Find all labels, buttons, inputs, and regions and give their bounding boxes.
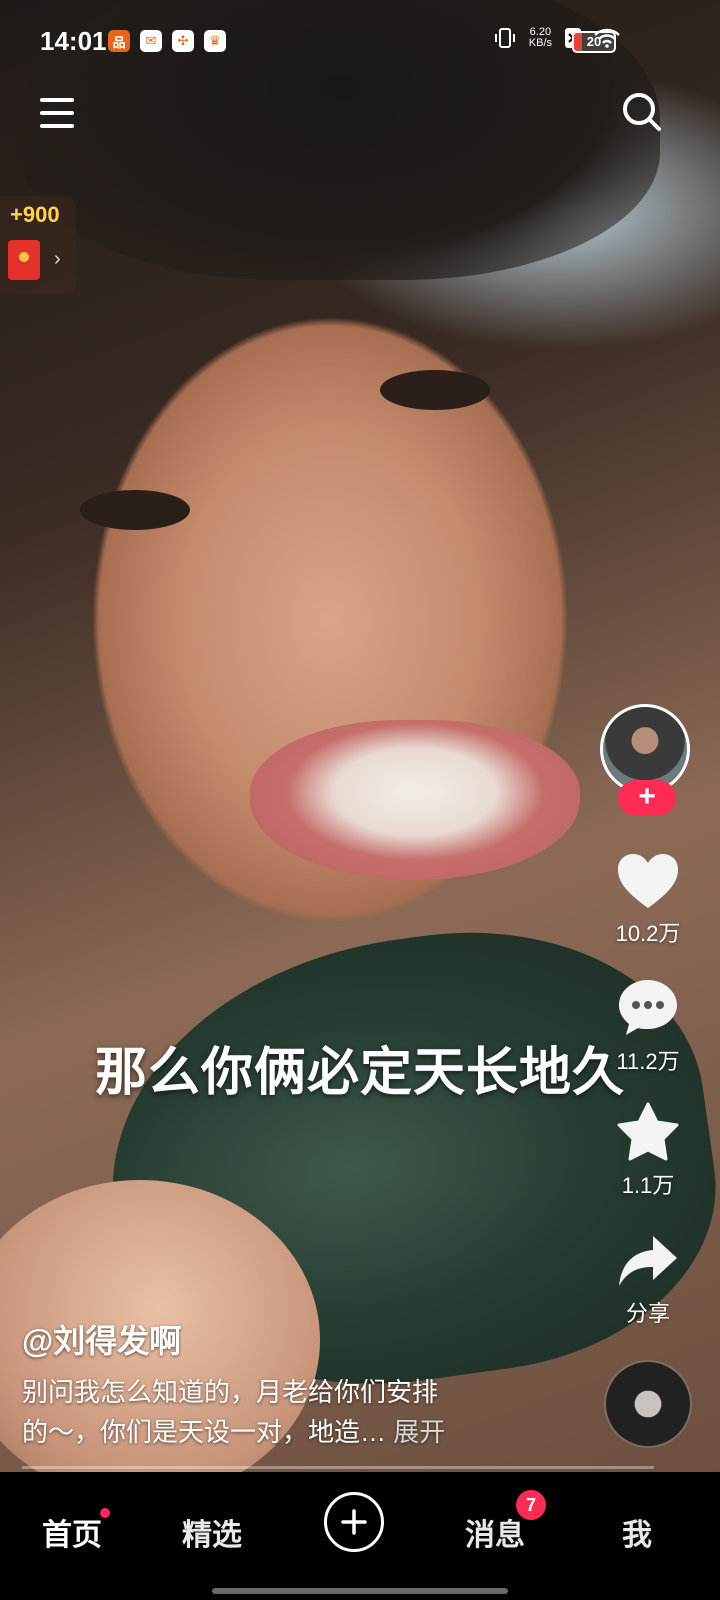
- post-description[interactable]: 别问我怎么知道的，月老给你们安排 的～，你们是天设一对，地造… 展开: [22, 1372, 582, 1452]
- comment-count: 11.2万: [616, 1049, 680, 1074]
- heart-icon: [618, 854, 678, 908]
- tab-home[interactable]: 首页: [42, 1510, 102, 1554]
- video-frame-mouth: [250, 720, 580, 880]
- tab-messages-label: 消息: [465, 1519, 525, 1552]
- tab-featured[interactable]: 精选: [182, 1510, 242, 1554]
- pinwheel-notification-icon: ✣: [172, 30, 194, 52]
- tab-me-label: 我: [622, 1519, 652, 1552]
- video-frame-eye-left: [80, 490, 190, 530]
- tab-messages[interactable]: 消息: [465, 1510, 525, 1554]
- comment-icon: [619, 980, 677, 1035]
- notification-icons: 品 ✉ ✣ ♛: [108, 30, 226, 52]
- tab-home-label: 首页: [42, 1519, 102, 1552]
- tab-me[interactable]: 我: [622, 1510, 652, 1554]
- search-icon[interactable]: [620, 90, 664, 134]
- description-line-1: 别问我怎么知道的，月老给你们安排: [22, 1377, 439, 1407]
- video-frame-eye-right: [380, 370, 490, 410]
- vibrate-icon: [494, 28, 515, 48]
- battery-indicator: 20: [572, 31, 616, 53]
- tab-featured-label: 精选: [182, 1519, 242, 1552]
- description-line-2: 的～，你们是天设一对，地造… 展开: [22, 1412, 582, 1452]
- menu-button[interactable]: [40, 96, 74, 130]
- reward-widget[interactable]: +900 ›: [0, 196, 76, 294]
- status-bar: 14:01 品 ✉ ✣ ♛ 6.20 KB/s 20: [0, 0, 720, 80]
- video-progress-bar[interactable]: [22, 1466, 654, 1469]
- menu-icon-line: [40, 98, 74, 102]
- music-disc[interactable]: [606, 1362, 690, 1446]
- share-icon: [619, 1236, 677, 1286]
- favorite-count: 1.1万: [621, 1173, 675, 1198]
- home-unread-dot: [100, 1508, 110, 1518]
- network-speed-unit: KB/s: [528, 37, 552, 49]
- crown-notification-icon: ♛: [204, 30, 226, 52]
- like-button[interactable]: 10.2万: [600, 852, 696, 948]
- chevron-right-icon: ›: [54, 248, 61, 270]
- app-notification-icon: 品: [108, 30, 130, 52]
- description-line-2-text: 的～，你们是天设一对，地造…: [22, 1417, 387, 1447]
- share-button[interactable]: 分享: [600, 1234, 696, 1328]
- expand-link[interactable]: 展开: [393, 1417, 445, 1447]
- reward-amount: +900: [10, 202, 60, 227]
- star-icon: [617, 1102, 679, 1161]
- share-label: 分享: [625, 1301, 670, 1326]
- follow-button[interactable]: +: [618, 780, 676, 816]
- home-indicator[interactable]: [212, 1588, 508, 1594]
- mail-notification-icon: ✉: [140, 30, 162, 52]
- bottom-tab-bar: 首页 精选 消息 7 我: [0, 1472, 720, 1600]
- like-count: 10.2万: [615, 921, 681, 946]
- messages-badge: 7: [516, 1490, 546, 1520]
- status-time: 14:01: [40, 26, 107, 56]
- author-name[interactable]: @刘得发啊: [22, 1316, 181, 1362]
- create-button[interactable]: [324, 1492, 384, 1552]
- favorite-button[interactable]: 1.1万: [600, 1102, 696, 1200]
- comment-button[interactable]: 11.2万: [600, 978, 696, 1076]
- network-speed: 6.20 KB/s: [529, 27, 552, 49]
- plus-icon: [341, 1509, 367, 1535]
- red-packet-icon: [8, 240, 40, 280]
- menu-icon-line: [40, 111, 74, 115]
- menu-icon-line: [40, 124, 74, 128]
